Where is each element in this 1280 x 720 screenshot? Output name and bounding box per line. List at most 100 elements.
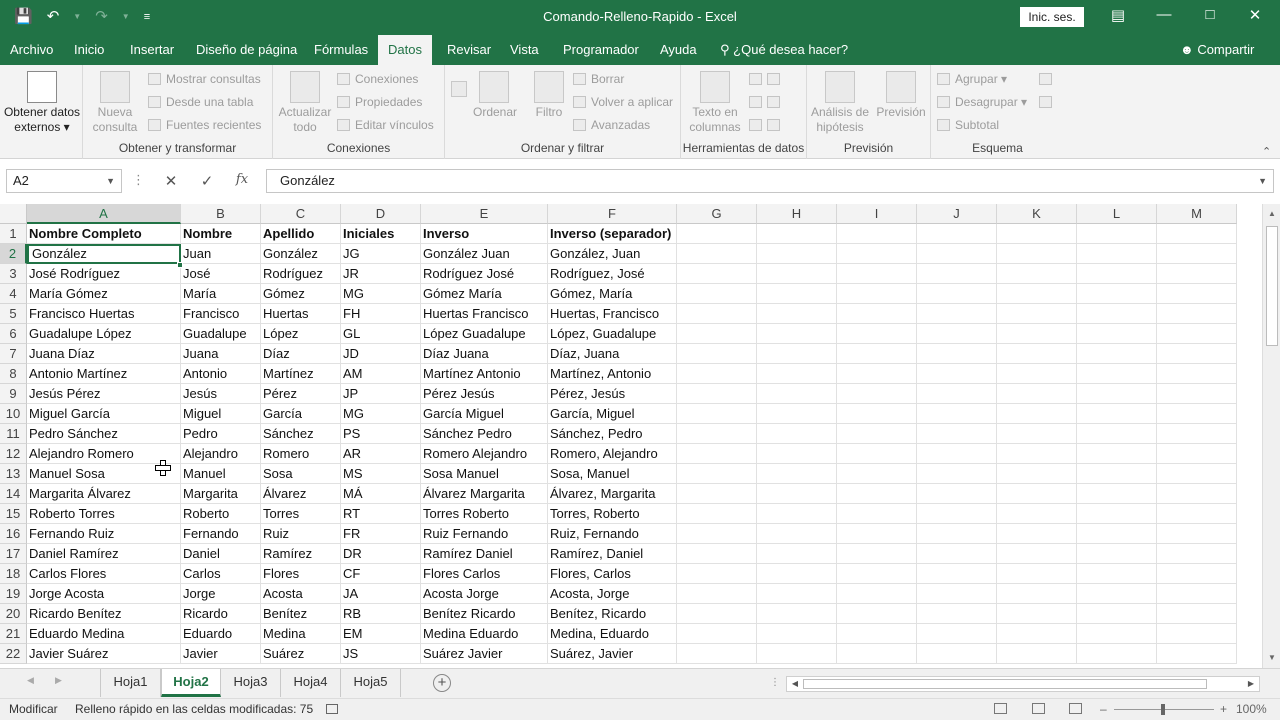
sheet-tab-hoja2[interactable]: Hoja2 xyxy=(161,669,221,697)
cell[interactable] xyxy=(677,464,757,484)
ribbon-display-icon[interactable]: ▤ xyxy=(1106,6,1130,24)
cell[interactable]: MS xyxy=(341,464,421,484)
cell[interactable] xyxy=(1157,604,1237,624)
cell[interactable] xyxy=(917,444,997,464)
cell[interactable]: MG xyxy=(341,284,421,304)
cell[interactable]: Acosta xyxy=(261,584,341,604)
column-header-d[interactable]: D xyxy=(341,204,421,224)
refresh-all-button[interactable]: Actualizar todo xyxy=(275,71,335,135)
cell[interactable] xyxy=(837,504,917,524)
row-header[interactable]: 14 xyxy=(0,484,27,504)
cell[interactable] xyxy=(677,504,757,524)
cancel-icon[interactable]: ✕ xyxy=(161,172,181,190)
next-sheet-icon[interactable]: ▶ xyxy=(55,675,62,686)
column-header-m[interactable]: M xyxy=(1157,204,1237,224)
row-header[interactable]: 18 xyxy=(0,564,27,584)
advanced-filter-button[interactable]: Avanzadas xyxy=(573,115,650,135)
tab-diseno-pagina[interactable]: Diseño de página xyxy=(194,35,299,65)
cell[interactable] xyxy=(1157,584,1237,604)
horizontal-scroll-thumb[interactable] xyxy=(803,679,1207,689)
cell[interactable]: Torres, Roberto xyxy=(548,504,677,524)
cell[interactable]: Manuel xyxy=(181,464,261,484)
cell[interactable]: Daniel Ramírez xyxy=(27,544,181,564)
cell[interactable]: Díaz Juana xyxy=(421,344,548,364)
cell[interactable] xyxy=(757,264,837,284)
vertical-scroll-thumb[interactable] xyxy=(1266,226,1278,346)
cell[interactable] xyxy=(917,464,997,484)
cell[interactable]: González Juan xyxy=(421,244,548,264)
cell[interactable] xyxy=(757,324,837,344)
row-header[interactable]: 1 xyxy=(0,224,27,244)
cell[interactable] xyxy=(1157,284,1237,304)
cell[interactable]: Nombre xyxy=(181,224,261,244)
cell[interactable] xyxy=(997,444,1077,464)
cell[interactable] xyxy=(917,504,997,524)
fill-handle[interactable] xyxy=(177,262,183,268)
cell[interactable]: Díaz, Juana xyxy=(548,344,677,364)
cell[interactable] xyxy=(997,324,1077,344)
cell[interactable]: González xyxy=(261,244,341,264)
cell[interactable]: Juana Díaz xyxy=(27,344,181,364)
tab-split-icon[interactable]: ⋮ xyxy=(770,677,780,688)
chevron-down-icon[interactable]: ▼ xyxy=(106,170,115,192)
cell[interactable] xyxy=(997,224,1077,244)
sheet-tab-hoja5[interactable]: Hoja5 xyxy=(341,669,401,697)
cell[interactable] xyxy=(757,464,837,484)
cell[interactable]: Carlos Flores xyxy=(27,564,181,584)
cell[interactable] xyxy=(837,244,917,264)
row-header[interactable]: 7 xyxy=(0,344,27,364)
cell[interactable]: AM xyxy=(341,364,421,384)
cell[interactable] xyxy=(757,604,837,624)
cell[interactable] xyxy=(997,524,1077,544)
cell[interactable] xyxy=(837,364,917,384)
cell[interactable]: Benítez Ricardo xyxy=(421,604,548,624)
get-external-data-button[interactable]: Obtener datos externos ▾ xyxy=(2,71,82,135)
sheet-tab-hoja1[interactable]: Hoja1 xyxy=(100,669,161,697)
cell[interactable]: Juan xyxy=(181,244,261,264)
cell[interactable] xyxy=(837,564,917,584)
connections-button[interactable]: Conexiones xyxy=(337,69,418,89)
maximize-icon[interactable]: □ xyxy=(1198,6,1222,23)
column-header-l[interactable]: L xyxy=(1077,204,1157,224)
row-header[interactable]: 15 xyxy=(0,504,27,524)
cell[interactable] xyxy=(1077,264,1157,284)
cell[interactable]: Margarita xyxy=(181,484,261,504)
cell[interactable]: Benítez xyxy=(261,604,341,624)
cell[interactable]: Guadalupe López xyxy=(27,324,181,344)
cell[interactable] xyxy=(1077,244,1157,264)
cell[interactable]: Antonio xyxy=(181,364,261,384)
cell[interactable]: Díaz xyxy=(261,344,341,364)
cell[interactable] xyxy=(1157,444,1237,464)
cell[interactable] xyxy=(1077,504,1157,524)
cell[interactable] xyxy=(997,544,1077,564)
cell[interactable]: Sánchez, Pedro xyxy=(548,424,677,444)
cell[interactable]: Ricardo Benítez xyxy=(27,604,181,624)
cell[interactable]: Roberto Torres xyxy=(27,504,181,524)
cell[interactable] xyxy=(1077,304,1157,324)
cell[interactable] xyxy=(677,524,757,544)
cell[interactable] xyxy=(997,244,1077,264)
normal-view-icon[interactable] xyxy=(994,703,1007,714)
cell[interactable] xyxy=(837,544,917,564)
cell[interactable] xyxy=(1077,584,1157,604)
cell[interactable]: Carlos xyxy=(181,564,261,584)
row-header[interactable]: 17 xyxy=(0,544,27,564)
cell[interactable]: JP xyxy=(341,384,421,404)
cell[interactable]: Alejandro xyxy=(181,444,261,464)
cell[interactable] xyxy=(757,564,837,584)
cell[interactable] xyxy=(677,244,757,264)
cell[interactable] xyxy=(677,264,757,284)
cell[interactable] xyxy=(757,644,837,664)
tell-me-search[interactable]: ⚲ ¿Qué desea hacer? xyxy=(720,35,848,65)
cell[interactable]: Martínez xyxy=(261,364,341,384)
row-header[interactable]: 8 xyxy=(0,364,27,384)
cell[interactable] xyxy=(677,544,757,564)
collapse-ribbon-icon[interactable]: ⌃ xyxy=(1262,145,1271,158)
horizontal-scrollbar[interactable]: ◀ ▶ xyxy=(786,676,1260,692)
row-header[interactable]: 9 xyxy=(0,384,27,404)
row-header[interactable]: 22 xyxy=(0,644,27,664)
sort-az-button[interactable] xyxy=(447,71,471,99)
cell[interactable]: Fernando Ruiz xyxy=(27,524,181,544)
cell[interactable] xyxy=(1077,344,1157,364)
name-box[interactable]: A2 ▼ xyxy=(6,169,122,193)
